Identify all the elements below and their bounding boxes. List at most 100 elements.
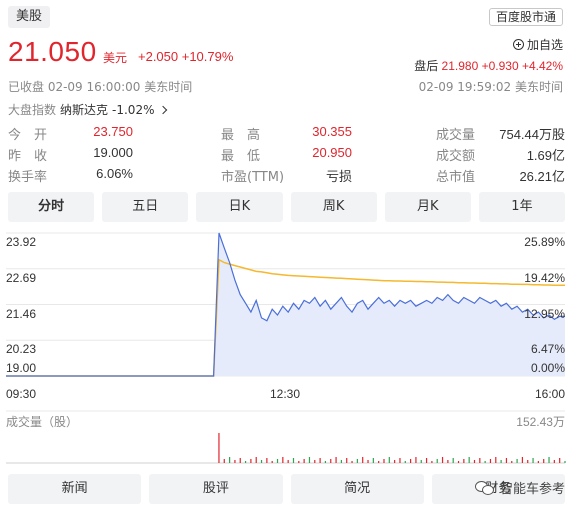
volume-bar: [505, 458, 508, 463]
afterhours-quote: 盘后 21.980 +0.930 +4.42%: [414, 57, 563, 74]
price-change: +2.050 +10.79%: [138, 49, 234, 64]
stat-value: 亏损: [325, 169, 352, 184]
stat-value: 754.44万股: [499, 127, 565, 142]
watermark: 智能车参考: [474, 478, 565, 497]
add-watchlist-button[interactable]: 加自选: [512, 36, 563, 53]
volume-bar: [260, 460, 263, 463]
volume-bar: [564, 461, 566, 463]
stat-label: 昨 收: [8, 149, 48, 164]
volume-bar: [410, 459, 412, 463]
volume-bar: [266, 458, 268, 463]
volume-bar: [308, 457, 311, 463]
stat-value: 20.950: [312, 145, 352, 160]
volume-bar: [378, 461, 380, 463]
volume-bar: [441, 457, 444, 463]
volume-bar: [372, 458, 374, 463]
chevron-right-icon: [159, 105, 168, 114]
bottom-nav-item[interactable]: 简况: [290, 474, 424, 504]
volume-bar: [484, 461, 486, 463]
volume-bar: [239, 458, 241, 463]
volume-bar: [367, 460, 369, 463]
x-tick: 12:30: [270, 387, 301, 401]
volume-bar: [287, 460, 289, 463]
stat-value: 23.750: [93, 124, 133, 139]
volume-max-label: 152.43万: [516, 415, 565, 429]
volume-bar: [527, 460, 529, 463]
stats-row: 今 开 23.750 最 高 30.355 成交量 754.44万股: [8, 124, 565, 145]
tab-5[interactable]: 1年: [478, 192, 566, 222]
volume-bar: [388, 457, 390, 463]
stats-grid: 今 开 23.750 最 高 30.355 成交量 754.44万股昨 收 19.000 最 …: [8, 124, 565, 187]
volume-bar: [255, 457, 257, 463]
stat-label: 今 开: [8, 128, 48, 143]
volume-bar: [319, 458, 321, 463]
wechat-icon: [474, 480, 495, 496]
index-name: 纳斯达克: [60, 103, 109, 117]
y-percent-tick: 6.47%: [530, 342, 565, 357]
volume-bar: [314, 460, 316, 463]
plus-circle-icon: [512, 39, 524, 50]
volume-bar: [234, 460, 236, 463]
volume-bar: [479, 458, 481, 463]
volume-bar: [447, 460, 449, 463]
stat-value: 1.69亿: [526, 148, 565, 163]
source-tag[interactable]: 百度股市通: [488, 8, 563, 26]
market-status: 已收盘 02-09 16:00:00 美东时间: [8, 80, 193, 94]
volume-bar: [559, 458, 561, 463]
volume-bar: [340, 460, 342, 463]
volume-bar: [218, 433, 220, 463]
y-price-tick: 19.00: [6, 361, 37, 375]
tab-2[interactable]: 日K: [196, 192, 283, 222]
volume-bar: [356, 459, 358, 463]
volume-bar: [351, 461, 353, 463]
volume-bar: [394, 460, 396, 463]
volume-bar: [548, 457, 550, 463]
y-price-tick: 21.46: [6, 306, 37, 321]
volume-bar: [383, 459, 385, 463]
tab-3[interactable]: 周K: [290, 192, 377, 222]
volume-bar: [229, 457, 231, 463]
volume-bar: [223, 459, 225, 463]
volume-bar: [431, 461, 433, 463]
volume-bar: [335, 457, 337, 463]
x-tick: 16:00: [534, 387, 565, 401]
volume-bar: [415, 457, 417, 463]
tab-0[interactable]: 分时: [8, 192, 95, 222]
stat-label: 换手率: [8, 170, 48, 185]
volume-bar: [282, 457, 284, 463]
index-label: 大盘指数: [8, 103, 57, 117]
volume-bar: [468, 457, 470, 463]
stat-label: 最 低: [221, 149, 261, 164]
tab-4[interactable]: 月K: [384, 192, 471, 222]
x-tick: 09:30: [6, 387, 37, 401]
volume-bar: [292, 458, 295, 463]
stat-value: 19.000: [93, 145, 133, 160]
afterhours-value: 21.980 +0.930 +4.42%: [441, 59, 563, 73]
stat-label: 成交量: [436, 128, 476, 143]
volume-bar: [420, 460, 422, 463]
volume-bar: [521, 457, 524, 463]
chart-tabs: 分时 五日 日K 周K 月K 1年: [8, 192, 566, 222]
y-percent-tick: 0.00%: [530, 361, 565, 375]
volume-bar: [452, 458, 454, 463]
bottom-nav-item[interactable]: 股评: [149, 474, 283, 504]
volume-bar: [553, 460, 555, 463]
bottom-nav-item[interactable]: 新闻: [8, 474, 142, 504]
volume-bar: [511, 461, 513, 463]
tab-1[interactable]: 五日: [102, 192, 189, 222]
volume-bar: [362, 457, 364, 463]
stat-value: 26.21亿: [519, 169, 565, 184]
market-tag[interactable]: 美股: [8, 6, 51, 28]
volume-bar: [250, 459, 252, 463]
volume-bar: [473, 460, 476, 463]
volume-bar: [404, 461, 406, 463]
index-link[interactable]: 大盘指数 纳斯达克 -1.02%: [8, 101, 168, 118]
last-update-time: 02-09 19:59:02 美东时间: [418, 80, 563, 94]
index-change: -1.02%: [112, 102, 155, 117]
volume-bar: [399, 458, 401, 463]
y-percent-tick: 19.42%: [524, 270, 565, 285]
stat-label: 市盈(TTM): [221, 170, 285, 185]
intraday-chart: 23.92 22.69 21.46 20.23 19.00 25.89% 19.42% 12.…: [0, 225, 571, 470]
currency-label: 美元: [103, 51, 128, 65]
volume-bar: [303, 459, 305, 463]
